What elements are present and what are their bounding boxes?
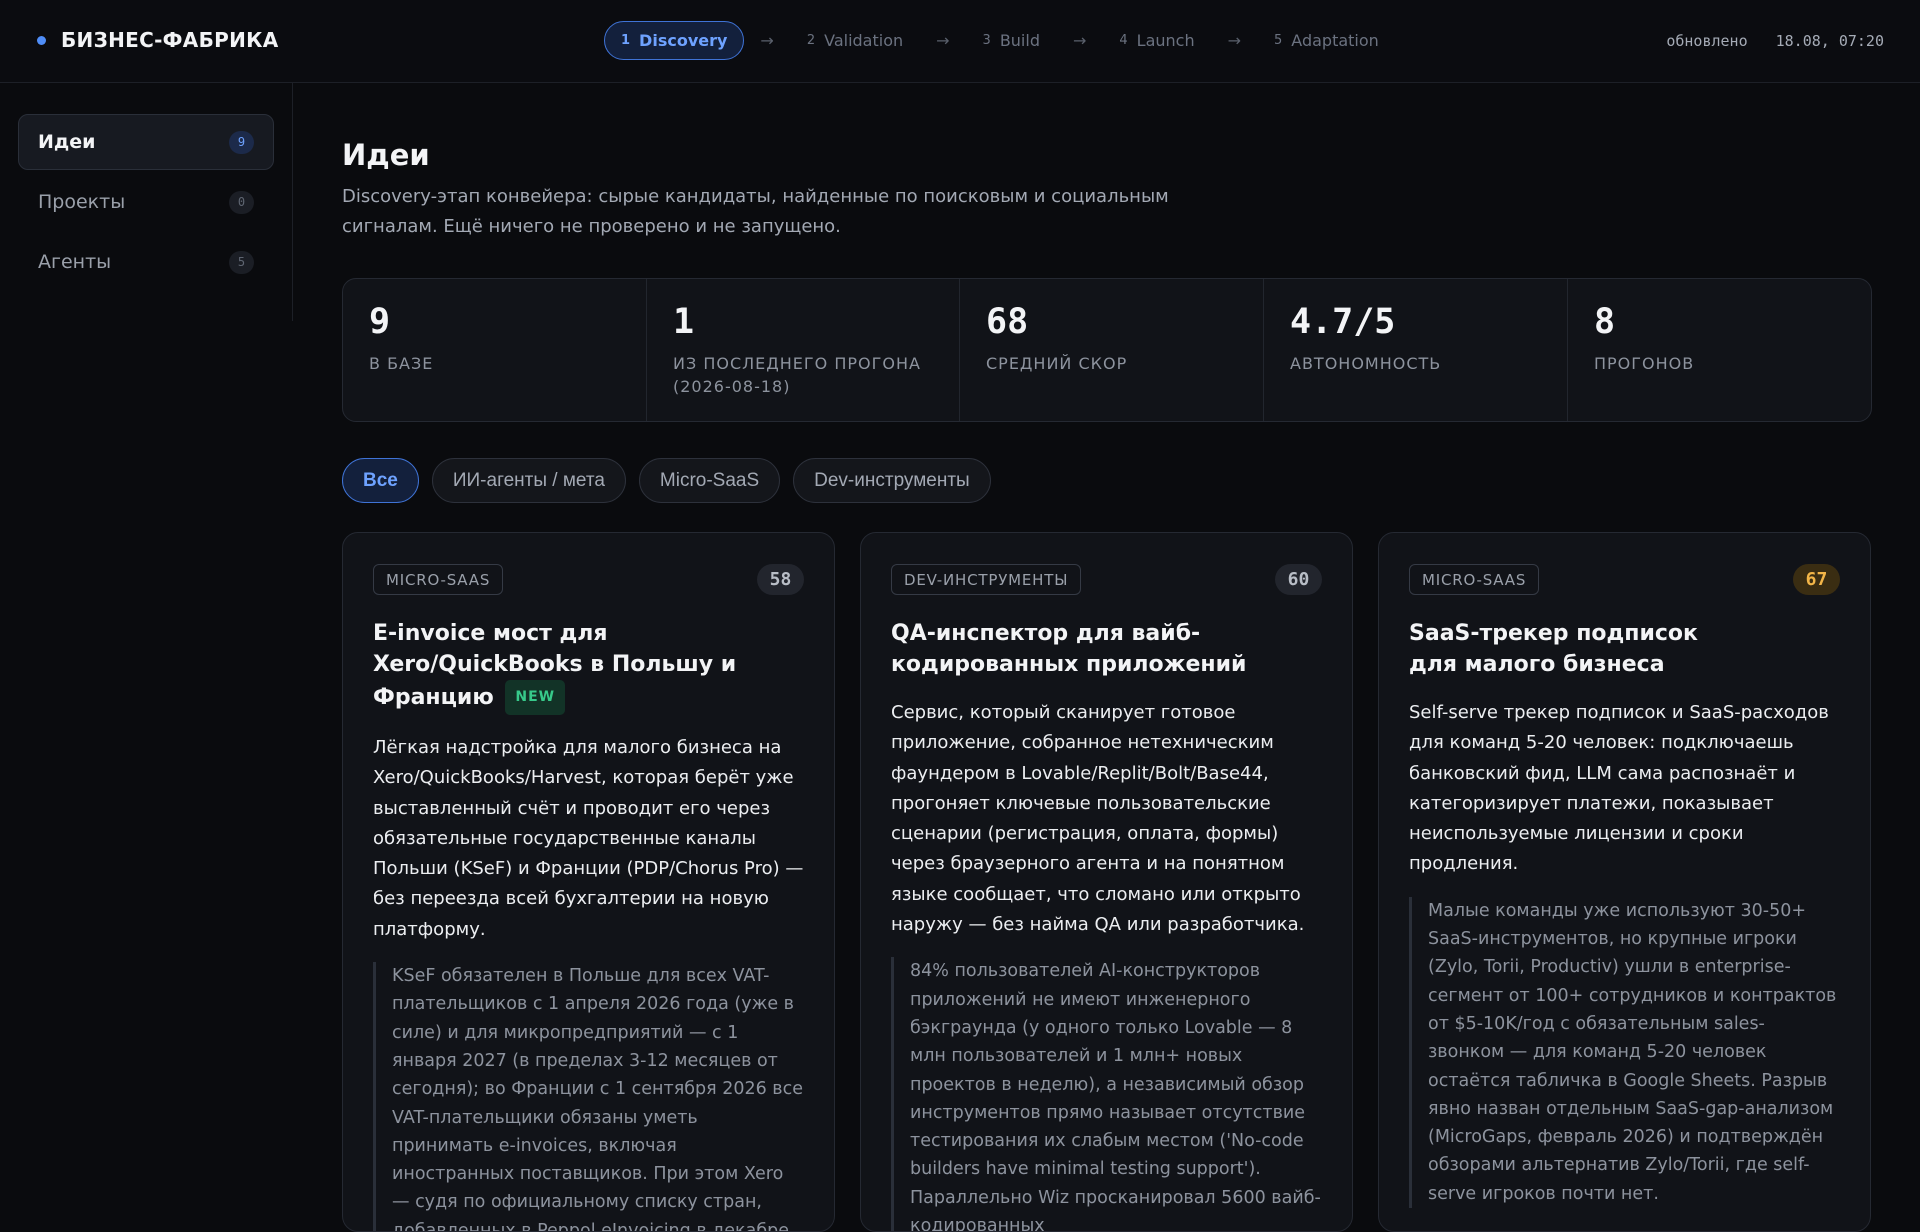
count-badge: 0: [229, 190, 254, 214]
stage-number: 2: [806, 33, 816, 48]
sidebar-item-label: Агенты: [38, 251, 112, 273]
stat-value: 9: [369, 302, 391, 342]
sidebar-item-label: Проекты: [38, 191, 126, 213]
category-tag: MICRO-SAAS: [373, 564, 504, 595]
stage-number: 4: [1119, 33, 1128, 48]
brand-name: БИЗНЕС-ФАБРИКА: [61, 28, 279, 52]
stage-number: 5: [1274, 33, 1283, 48]
stat-value: 68: [986, 302, 1029, 342]
card-header: DEV-ИНСТРУМЕНТЫ 60: [891, 564, 1322, 595]
arrow-right-icon: →: [1227, 31, 1242, 50]
arrow-right-icon: →: [760, 31, 774, 50]
filter-dev-tools[interactable]: Dev-инструменты: [793, 458, 991, 503]
filter-ai-agents[interactable]: ИИ-агенты / мета: [431, 458, 626, 503]
card-header: MICRO-SAAS 67: [1409, 564, 1840, 595]
stat-last-run: 1 ИЗ ПОСЛЕДНЕГО ПРОГОНА (2026-08-18): [647, 279, 960, 421]
stage-number: 1: [621, 33, 631, 48]
card-title-text: SaaS-трекер подписок для малого бизнеса: [1409, 621, 1698, 677]
idea-card[interactable]: MICRO-SAAS 67 SaaS-трекер подписок для м…: [1378, 532, 1871, 1232]
stat-value: 1: [673, 302, 695, 342]
new-badge: NEW: [505, 680, 566, 715]
stat-autonomy: 4.7/5 АВТОНОМНОСТЬ: [1264, 279, 1568, 421]
filter-all[interactable]: Все: [342, 458, 419, 503]
stat-value: 8: [1594, 302, 1616, 342]
sidebar-item-projects[interactable]: Проекты 0: [18, 174, 274, 230]
pipeline-stepper: 1 Discovery → 2 Validation → 3 Build → 4…: [604, 21, 1396, 60]
card-title: QA-инспектор для вайб-кодированных прило…: [891, 618, 1251, 680]
score-badge: 67: [1793, 564, 1840, 595]
card-evidence: 84% пользователей AI-конструкторов прило…: [891, 957, 1322, 1231]
filter-chips: Все ИИ-агенты / мета Micro-SaaS Dev-инст…: [342, 458, 991, 503]
card-evidence: KSeF обязателен в Польше для всех VAT-пл…: [373, 962, 804, 1231]
stage-number: 3: [982, 33, 991, 48]
category-tag: MICRO-SAAS: [1409, 564, 1540, 595]
sidebar-item-ideas[interactable]: Идеи 9: [18, 114, 274, 170]
stage-label: Validation: [824, 31, 904, 50]
arrow-right-icon: →: [936, 31, 950, 50]
idea-card[interactable]: MICRO-SAAS 58 E-invoice мост для Xero/Qu…: [342, 532, 835, 1232]
card-description: Сервис, который сканирует готовое прилож…: [891, 702, 1305, 936]
stat-label: В БАЗЕ: [369, 354, 434, 373]
card-evidence: Малые команды уже используют 30-50+ SaaS…: [1409, 896, 1840, 1209]
page-title: Идеи: [342, 138, 430, 172]
stat-value: 4.7/5: [1290, 302, 1396, 342]
stat-label: СРЕДНИЙ СКОР: [986, 354, 1128, 373]
stage-launch[interactable]: 4 Launch: [1102, 21, 1211, 60]
stat-label: ПРОГОНОВ: [1594, 354, 1695, 373]
count-badge: 9: [229, 130, 254, 154]
sidebar: Идеи 9 Проекты 0 Агенты 5: [0, 83, 293, 321]
stage-label: Adaptation: [1291, 31, 1379, 50]
updated-value: 18.08, 07:20: [1775, 32, 1884, 50]
brand[interactable]: БИЗНЕС-ФАБРИКА: [37, 28, 279, 52]
brand-dot-icon: [37, 35, 46, 45]
idea-card[interactable]: DEV-ИНСТРУМЕНТЫ 60 QA-инспектор для вайб…: [860, 532, 1353, 1232]
stats-panel: 9 В БАЗЕ 1 ИЗ ПОСЛЕДНЕГО ПРОГОНА (2026-0…: [342, 278, 1872, 422]
stat-avg-score: 68 СРЕДНИЙ СКОР: [960, 279, 1264, 421]
score-badge: 58: [757, 564, 804, 595]
stat-label: АВТОНОМНОСТЬ: [1290, 354, 1442, 373]
updated-label: обновлено: [1666, 32, 1748, 50]
stage-label: Discovery: [639, 31, 728, 50]
filter-micro-saas[interactable]: Micro-SaaS: [638, 458, 781, 503]
stage-build[interactable]: 3 Build: [966, 21, 1057, 60]
category-tag: DEV-ИНСТРУМЕНТЫ: [891, 564, 1082, 595]
stat-total: 9 В БАЗЕ: [343, 279, 647, 421]
card-description: Self-serve трекер подписок и SaaS-расход…: [1409, 702, 1829, 875]
card-description: Лёгкая надстройка для малого бизнеса на …: [373, 737, 804, 940]
sidebar-item-label: Идеи: [38, 131, 96, 153]
top-bar: БИЗНЕС-ФАБРИКА 1 Discovery → 2 Validatio…: [0, 0, 1920, 83]
stat-runs: 8 ПРОГОНОВ: [1568, 279, 1871, 421]
stage-discovery[interactable]: 1 Discovery: [604, 21, 745, 60]
card-title: E-invoice мост для Xero/QuickBooks в Пол…: [373, 618, 804, 715]
arrow-right-icon: →: [1072, 31, 1087, 50]
updated-timestamp: обновлено 18.08, 07:20: [1666, 32, 1884, 50]
card-title: SaaS-трекер подписок для малого бизнеса: [1409, 618, 1709, 680]
card-title-text: QA-инспектор для вайб-кодированных прило…: [891, 621, 1247, 677]
count-badge: 5: [229, 250, 254, 274]
card-header: MICRO-SAAS 58: [373, 564, 804, 595]
stage-label: Build: [999, 31, 1040, 50]
stage-adaptation[interactable]: 5 Adaptation: [1257, 21, 1396, 60]
sidebar-item-agents[interactable]: Агенты 5: [18, 234, 274, 290]
stage-validation[interactable]: 2 Validation: [790, 21, 920, 60]
stat-label: ИЗ ПОСЛЕДНЕГО ПРОГОНА (2026-08-18): [673, 354, 921, 396]
page-subtitle: Discovery-этап конвейера: сырые кандидат…: [342, 186, 1169, 237]
stage-label: Launch: [1136, 31, 1195, 50]
score-badge: 60: [1275, 564, 1322, 595]
